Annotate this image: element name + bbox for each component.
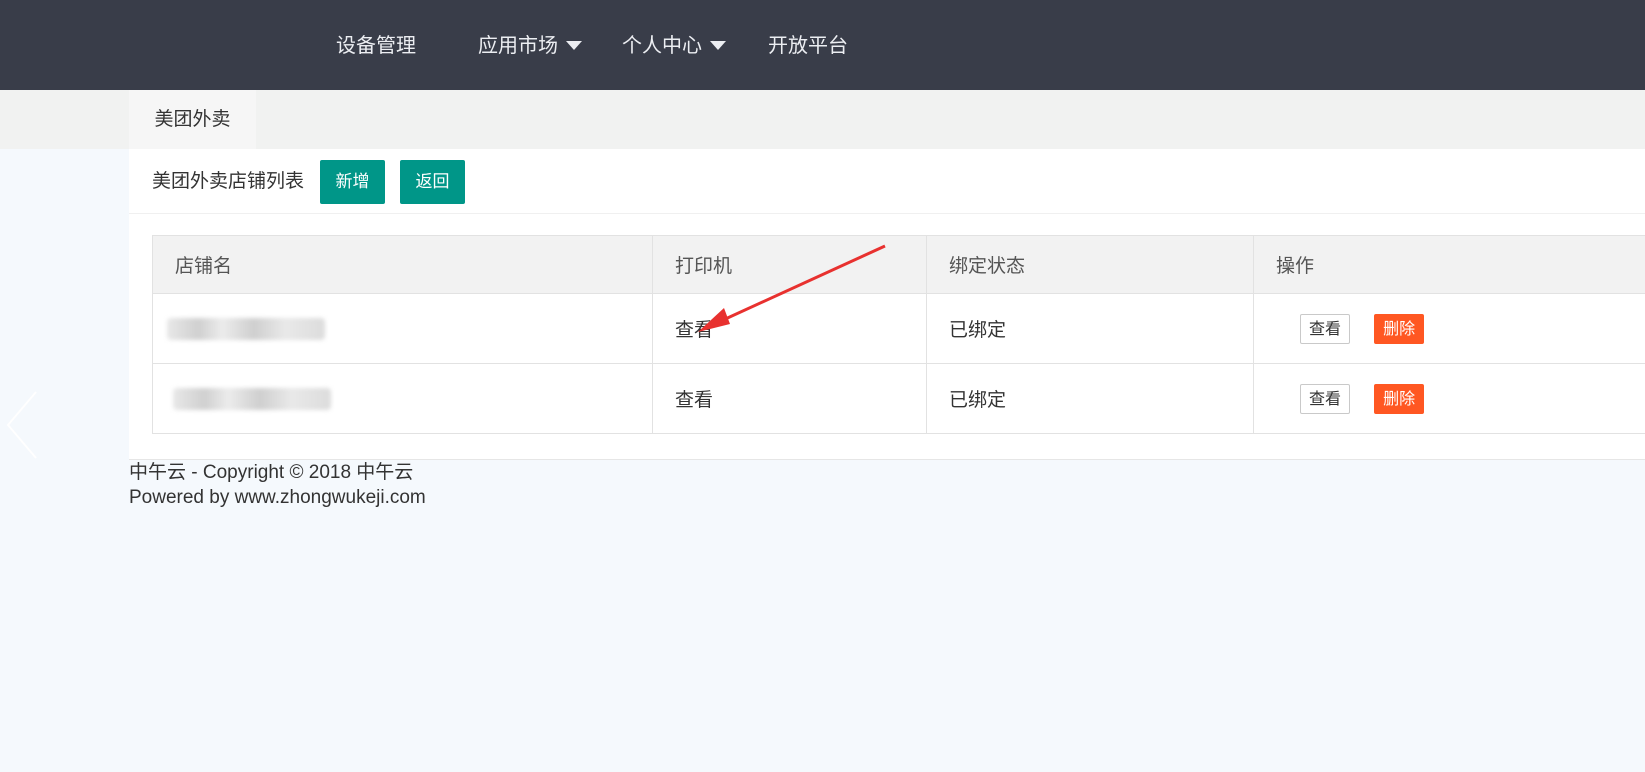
- view-button[interactable]: 查看: [1300, 313, 1351, 344]
- caret-down-icon: [566, 40, 582, 50]
- nav-label: 开放平台: [768, 33, 848, 57]
- store-table: 店铺名 打印机 绑定状态 操作 查看 已绑定 查看 删除 查看 已绑定 查看 删…: [152, 235, 1645, 434]
- column-header: 绑定状态: [926, 235, 1254, 294]
- printer-cell: 查看: [652, 293, 927, 364]
- panel-title: 美团外卖店铺列表: [152, 170, 305, 192]
- back-button[interactable]: 返回: [400, 160, 465, 204]
- nav-label: 个人中心: [622, 33, 702, 57]
- redacted-store-name: [167, 317, 325, 340]
- tab-meituan[interactable]: 美团外卖: [129, 90, 256, 149]
- redacted-store-name: [173, 387, 331, 410]
- nav-label: 设备管理: [336, 33, 416, 57]
- column-header: 店铺名: [152, 235, 653, 294]
- table-header-row: 店铺名 打印机 绑定状态 操作: [152, 235, 1645, 294]
- actions-cell: 查看 删除: [1253, 363, 1645, 434]
- actions-cell: 查看 删除: [1253, 293, 1645, 364]
- panel-header: 美团外卖店铺列表 新增 返回: [129, 149, 1645, 214]
- footer-copyright: 中午云 - Copyright © 2018 中午云: [129, 462, 414, 483]
- printer-view-link[interactable]: 查看: [675, 319, 713, 341]
- caret-down-icon: [710, 40, 726, 50]
- printer-view-link[interactable]: 查看: [675, 389, 713, 411]
- top-navbar: 设备管理 应用市场 个人中心 开放平台: [0, 0, 1645, 90]
- store-list-panel: 美团外卖店铺列表 新增 返回 店铺名 打印机 绑定状态 操作 查看 已绑定 查看…: [129, 149, 1645, 460]
- nav-open-platform[interactable]: 开放平台: [768, 0, 848, 90]
- footer: 中午云 - Copyright © 2018 中午云 Powered by ww…: [129, 460, 426, 510]
- nav-device-management[interactable]: 设备管理: [336, 0, 416, 90]
- nav-label: 应用市场: [478, 33, 558, 57]
- tab-bar: 美团外卖: [0, 90, 1645, 149]
- store-name-cell: [152, 293, 653, 364]
- status-cell: 已绑定: [926, 293, 1254, 364]
- column-header: 操作: [1253, 235, 1645, 294]
- table-row: 查看 已绑定 查看 删除: [152, 363, 1645, 434]
- nav-personal-center[interactable]: 个人中心: [622, 0, 726, 90]
- table-row: 查看 已绑定 查看 删除: [152, 293, 1645, 364]
- view-button[interactable]: 查看: [1300, 383, 1351, 414]
- store-name-cell: [152, 363, 653, 434]
- column-header: 打印机: [652, 235, 927, 294]
- delete-button[interactable]: 删除: [1374, 313, 1425, 344]
- chevron-left-icon[interactable]: [2, 390, 42, 460]
- delete-button[interactable]: 删除: [1374, 383, 1425, 414]
- status-cell: 已绑定: [926, 363, 1254, 434]
- footer-powered: Powered by www.zhongwukeji.com: [129, 487, 426, 508]
- nav-app-market[interactable]: 应用市场: [478, 0, 582, 90]
- printer-cell: 查看: [652, 363, 927, 434]
- add-button[interactable]: 新增: [320, 160, 385, 204]
